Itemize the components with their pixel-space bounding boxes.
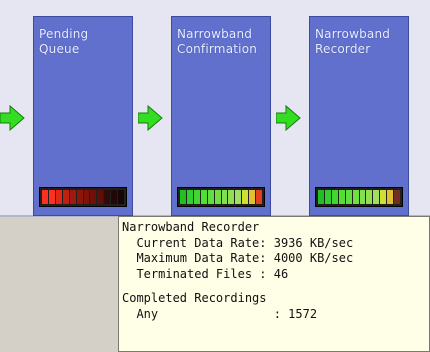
meter-segment: [69, 190, 76, 204]
stage-pending-queue[interactable]: Pending Queue: [33, 16, 133, 216]
meter-segment: [235, 190, 242, 204]
meter-segment: [90, 190, 97, 204]
pipeline-panel: Pending Queue Narrowband Confirmation Na…: [0, 0, 430, 217]
meter-segment: [249, 190, 256, 204]
completed-recordings-heading: Completed Recordings: [122, 291, 267, 305]
meter-segment: [62, 190, 69, 204]
meter-segment: [338, 190, 345, 204]
completed-any-row: Any : 1572: [122, 306, 318, 321]
stage-title: Narrowband Recorder: [315, 27, 391, 56]
terminated-files: Terminated Files : 46: [122, 266, 289, 281]
meter-segment: [318, 190, 324, 204]
meter-segment: [242, 190, 249, 204]
meter-segment: [186, 190, 193, 204]
meter-segment: [48, 190, 55, 204]
meter-segment: [366, 190, 373, 204]
flow-arrow-icon: [0, 104, 25, 132]
meter-segment: [256, 190, 263, 204]
meter-segment: [55, 190, 62, 204]
meter-segment: [331, 190, 338, 204]
meter-segment: [394, 190, 401, 204]
stage-tooltip: Narrowband Recorder Current Data Rate: 3…: [118, 216, 430, 352]
stage-narrowband-confirmation[interactable]: Narrowband Confirmation: [171, 16, 271, 216]
meter-segment: [373, 190, 380, 204]
meter-segment: [345, 190, 352, 204]
flow-arrow-icon: [276, 104, 301, 132]
meter-segment: [111, 190, 118, 204]
meter-segment: [83, 190, 90, 204]
meter-segment: [387, 190, 394, 204]
meter-segment: [118, 190, 125, 204]
meter-segment: [97, 190, 104, 204]
current-data-rate: Current Data Rate: 3936 KB/sec: [122, 235, 354, 250]
meter-segment: [180, 190, 186, 204]
stage-narrowband-recorder[interactable]: Narrowband Recorder: [309, 16, 409, 216]
meter-segment: [324, 190, 331, 204]
meter-segment: [200, 190, 207, 204]
meter-segment: [352, 190, 359, 204]
meter-segment: [76, 190, 83, 204]
stage-title: Narrowband Confirmation: [177, 27, 258, 56]
meter-segment: [207, 190, 214, 204]
meter-segment: [104, 190, 111, 204]
level-meter: [315, 187, 403, 207]
stage-title: Pending Queue: [39, 27, 89, 56]
tooltip-title: Narrowband Recorder: [122, 220, 260, 234]
meter-segment: [193, 190, 200, 204]
maximum-data-rate: Maximum Data Rate: 4000 KB/sec: [122, 251, 354, 265]
meter-segment: [228, 190, 235, 204]
level-meter: [177, 187, 265, 207]
flow-arrow-icon: [138, 104, 163, 132]
meter-segment: [42, 190, 48, 204]
meter-segment: [359, 190, 366, 204]
level-meter: [39, 187, 127, 207]
meter-segment: [380, 190, 387, 204]
meter-segment: [221, 190, 228, 204]
meter-segment: [214, 190, 221, 204]
